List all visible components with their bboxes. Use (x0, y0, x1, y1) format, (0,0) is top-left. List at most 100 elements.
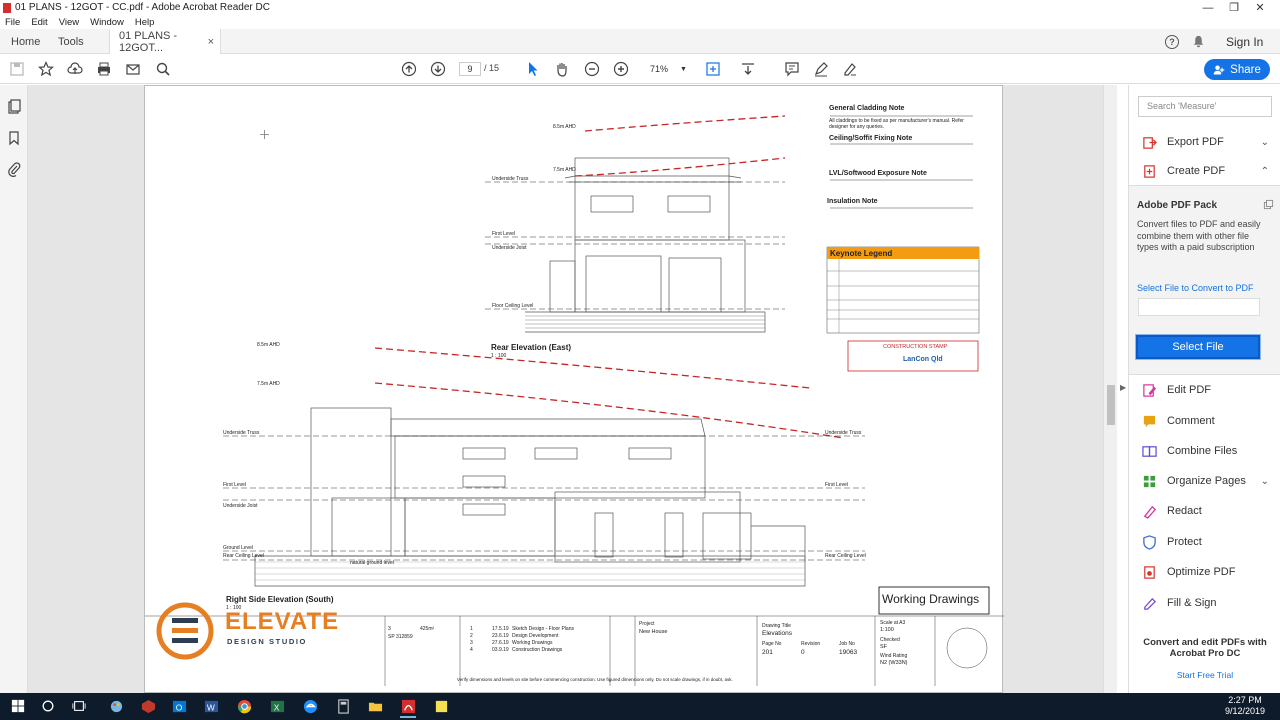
search-icon[interactable] (154, 60, 172, 78)
tab-document[interactable]: 01 PLANS - 12GOT... × (109, 29, 221, 55)
protect-icon (1141, 534, 1157, 550)
zoom-value: 71% (650, 64, 669, 74)
comment-tool[interactable]: Comment (1129, 407, 1280, 435)
fill-sign-tool[interactable]: Fill & Sign (1129, 589, 1280, 617)
bookmark-star-icon[interactable] (37, 60, 55, 78)
revision-4-desc: Construction Drawings (512, 647, 563, 653)
create-pdf-label: Create PDF (1167, 165, 1226, 177)
print-icon[interactable] (95, 60, 113, 78)
share-button[interactable]: Share (1204, 59, 1270, 80)
scroll-mode-icon[interactable] (739, 60, 757, 78)
zoom-in-icon[interactable] (612, 60, 630, 78)
page-number-input[interactable]: 9 (459, 62, 481, 76)
fill-sign-label: Fill & Sign (1167, 597, 1217, 609)
select-cursor-icon[interactable] (524, 60, 542, 78)
file-explorer-icon[interactable] (367, 698, 383, 714)
export-pdf-icon (1141, 134, 1157, 150)
side-elevation-title: Right Side Elevation (South) (226, 595, 334, 604)
edit-pdf-tool[interactable]: Edit PDF (1129, 376, 1280, 404)
tools-pane: Search 'Measure' Export PDF ⌄ Create PDF… (1128, 85, 1280, 693)
attachments-icon[interactable] (6, 161, 22, 177)
menu-edit[interactable]: Edit (31, 17, 47, 28)
bookmarks-icon[interactable] (6, 130, 22, 146)
sign-pen-icon[interactable] (841, 60, 859, 78)
previous-page-icon[interactable] (400, 60, 418, 78)
comment-icon[interactable] (783, 60, 801, 78)
email-icon[interactable] (124, 60, 142, 78)
create-pdf-tool[interactable]: Create PDF ⌃ (1129, 157, 1280, 185)
crosshair-cursor-icon (260, 128, 269, 139)
search-taskbar-icon[interactable] (40, 698, 56, 714)
select-file-link[interactable]: Select File to Convert to PDF (1137, 283, 1254, 293)
menu-file[interactable]: File (5, 17, 20, 28)
organize-pages-icon (1141, 473, 1157, 489)
close-tab-icon[interactable]: × (208, 36, 214, 48)
revision-2-number: 2 (470, 633, 473, 639)
menu-view[interactable]: View (59, 17, 79, 28)
outlook-icon[interactable]: O (171, 698, 187, 714)
word-icon[interactable]: W (203, 698, 219, 714)
notifications-button[interactable] (1192, 29, 1205, 54)
sign-in-link[interactable]: Sign In (1226, 29, 1263, 54)
cube-app-icon[interactable] (140, 698, 156, 714)
ahd-label-3: 8.5m AHD (257, 342, 280, 348)
copy-icon[interactable] (1263, 199, 1274, 210)
chrome-icon[interactable] (236, 698, 252, 714)
pdf-pack-description: Convert files to PDF and easily combine … (1137, 219, 1261, 252)
collapse-right-pane-icon[interactable]: ▶ (1120, 383, 1126, 392)
select-file-button[interactable]: Select File (1135, 334, 1261, 360)
selected-file-field[interactable] (1138, 298, 1260, 316)
system-clock[interactable]: 2:27 PM 9/12/2019 (1218, 695, 1272, 717)
revision-4-number: 4 (470, 647, 473, 653)
tab-tools[interactable]: Tools (58, 29, 84, 54)
chevron-down-icon: ⌄ (1260, 136, 1269, 148)
revision-3-date: 27.6.19 (492, 640, 509, 646)
export-pdf-tool[interactable]: Export PDF ⌄ (1129, 128, 1280, 156)
edge-icon[interactable] (302, 698, 318, 714)
calculator-icon[interactable] (335, 698, 351, 714)
bell-icon (1193, 35, 1204, 48)
zoom-select[interactable]: 71% ▼ (644, 62, 688, 76)
level-label-floor: Floor Ceiling Level (492, 303, 534, 309)
tab-document-label: 01 PLANS - 12GOT... (119, 30, 178, 54)
menu-help[interactable]: Help (135, 17, 155, 28)
paint-app-icon[interactable] (108, 698, 124, 714)
windows-start-icon[interactable] (10, 698, 26, 714)
tools-search-input[interactable]: Search 'Measure' (1138, 96, 1272, 117)
area-value: 425m² (420, 626, 435, 632)
menu-window[interactable]: Window (90, 17, 124, 28)
fit-page-icon[interactable] (704, 60, 722, 78)
chevron-down-icon: ⌄ (1260, 475, 1269, 487)
hand-tool-icon[interactable] (553, 60, 571, 78)
start-free-trial-link[interactable]: Start Free Trial (1129, 670, 1280, 680)
upload-cloud-icon[interactable] (66, 60, 84, 78)
protect-tool[interactable]: Protect (1129, 528, 1280, 556)
sticky-notes-icon[interactable] (433, 698, 449, 714)
svg-text:X: X (273, 702, 279, 712)
combine-files-tool[interactable]: Combine Files (1129, 437, 1280, 465)
help-button[interactable]: ? (1165, 29, 1179, 54)
ahd-label-1: 8.5m AHD (553, 124, 576, 130)
highlight-pen-icon[interactable] (812, 60, 830, 78)
task-view-icon[interactable] (71, 698, 87, 714)
page-thumbnails-icon[interactable] (6, 99, 22, 115)
level-label-truss: Underside Truss (492, 176, 529, 182)
scrollbar-thumb[interactable] (1107, 385, 1115, 425)
close-window-button[interactable]: ✕ (1240, 0, 1280, 15)
document-viewer[interactable]: General Cladding Note All claddings to b… (28, 85, 1103, 693)
protect-label: Protect (1167, 536, 1202, 548)
combine-files-icon (1141, 443, 1157, 459)
tab-home[interactable]: Home (11, 29, 40, 54)
save-icon[interactable] (8, 60, 26, 78)
optimize-pdf-tool[interactable]: Optimize PDF (1129, 558, 1280, 586)
vertical-scrollbar[interactable] (1103, 85, 1117, 693)
redact-tool[interactable]: Redact (1129, 497, 1280, 525)
excel-icon[interactable]: X (269, 698, 285, 714)
next-page-icon[interactable] (429, 60, 447, 78)
stamp-company: LanCon Qld (903, 356, 943, 363)
acrobat-taskbar-icon[interactable] (400, 696, 416, 718)
revision-4-date: 03.9.19 (492, 647, 509, 653)
edit-pdf-label: Edit PDF (1167, 384, 1212, 396)
zoom-out-icon[interactable] (583, 60, 601, 78)
organize-pages-tool[interactable]: Organize Pages ⌄ (1129, 467, 1280, 495)
